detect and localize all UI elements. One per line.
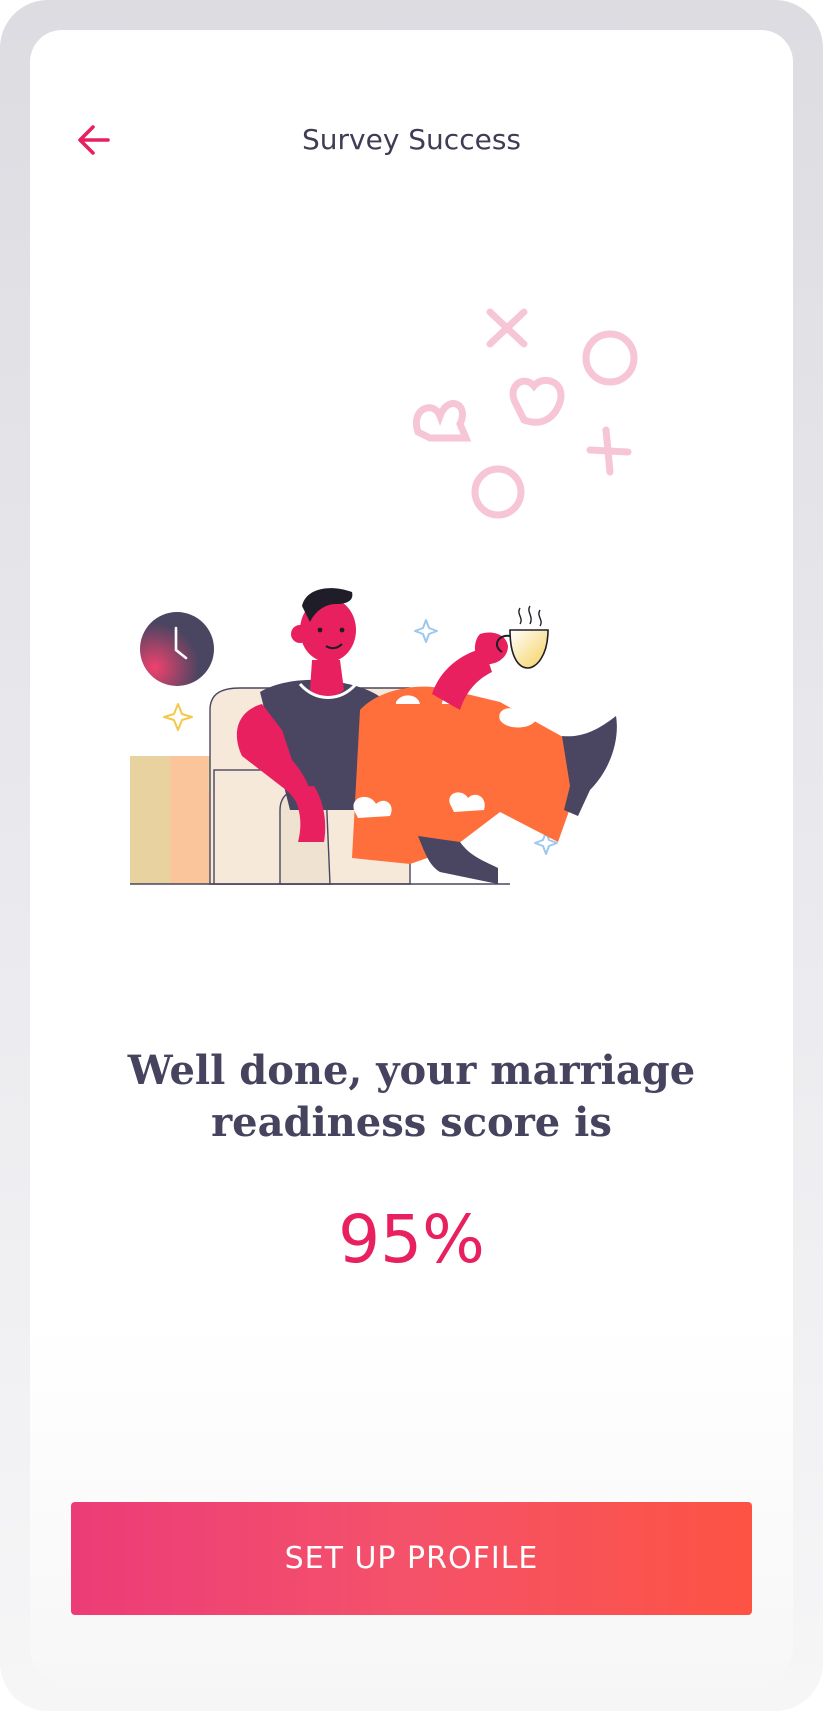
coffee-cup [495, 605, 549, 669]
page-title: Survey Success [301, 123, 521, 156]
relaxing-man-illustration [130, 308, 638, 885]
result-message-line-2: readiness score is [211, 1099, 612, 1146]
device-frame: Survey Success Well done, your marriage … [0, 0, 823, 1711]
result-message: Well done, your marriage readiness score… [90, 1045, 733, 1149]
result-message-line-1: Well done, your marriage [127, 1047, 696, 1094]
decor-symbols [412, 308, 638, 519]
set-up-profile-button[interactable]: SET UP PROFILE [71, 1502, 752, 1615]
clock [140, 612, 214, 686]
app-screen: Survey Success Well done, your marriage … [30, 30, 793, 1681]
readiness-score: 95% [338, 1201, 485, 1278]
top-bar: Survey Success [30, 110, 793, 170]
